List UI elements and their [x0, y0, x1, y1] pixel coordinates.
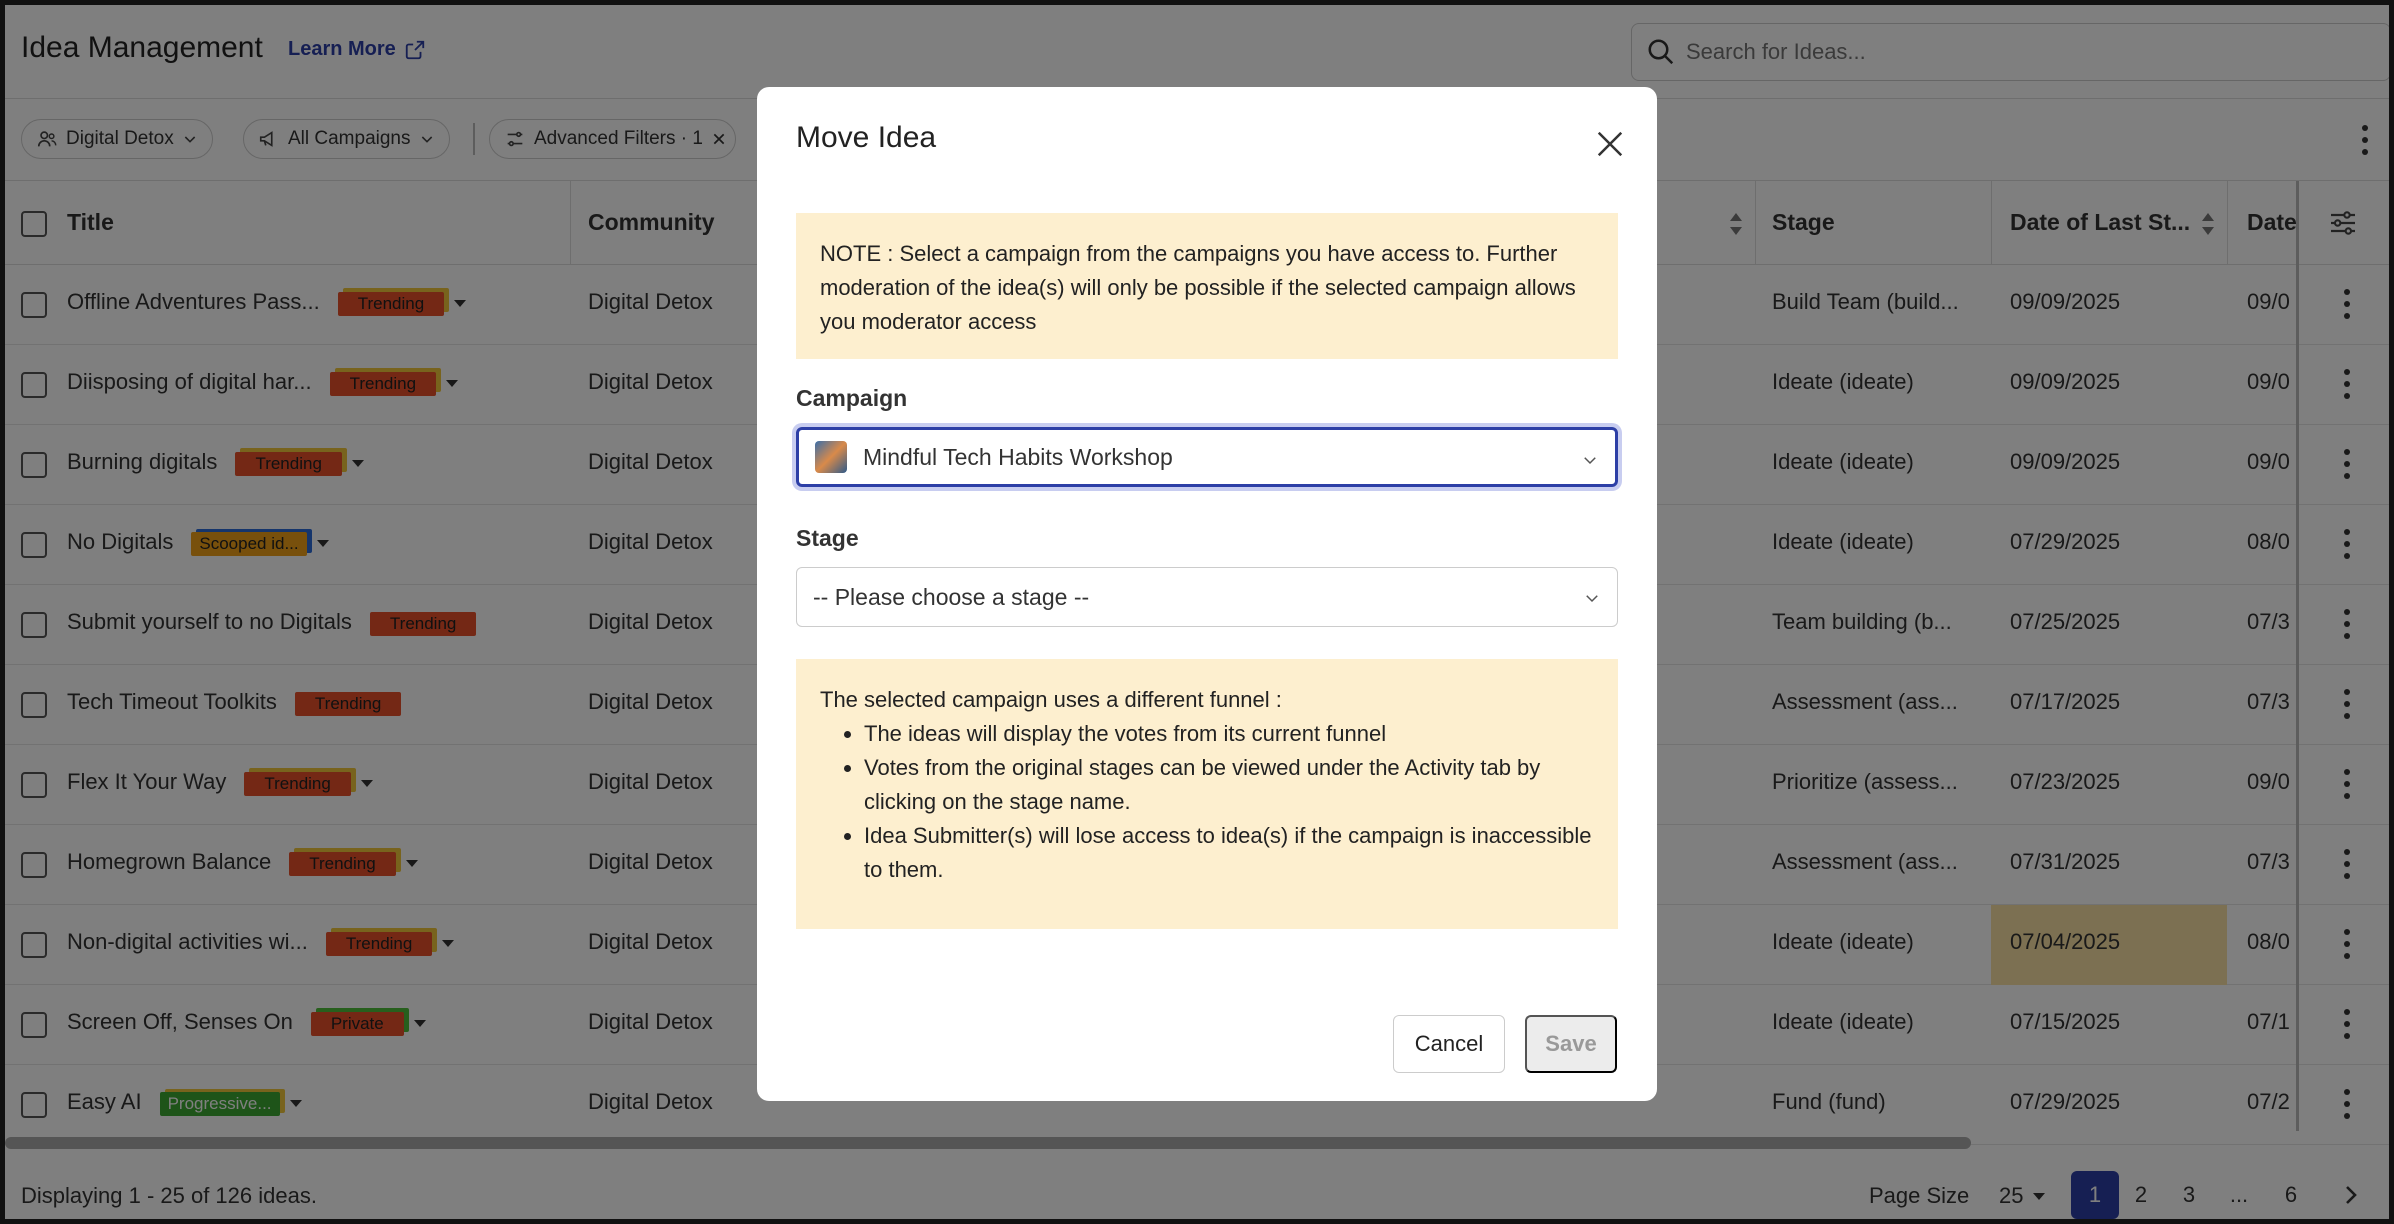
campaign-label: Campaign: [796, 385, 908, 411]
chevron-down-icon: [1584, 457, 1596, 465]
stage-label: Stage: [796, 525, 859, 551]
list-item: Idea Submitter(s) will lose access to id…: [864, 819, 1594, 887]
save-button[interactable]: Save: [1525, 1015, 1617, 1073]
modal-title: Move Idea: [796, 121, 937, 154]
funnel-warning-intro: The selected campaign uses a different f…: [820, 687, 1282, 712]
close-icon[interactable]: [1595, 129, 1625, 159]
move-idea-modal: Move Idea NOTE : Select a campaign from …: [757, 87, 1657, 1101]
stage-select-placeholder: -- Please choose a stage --: [813, 583, 1090, 610]
campaign-thumbnail: [815, 441, 847, 473]
stage-select[interactable]: -- Please choose a stage --: [796, 567, 1618, 627]
list-item: Votes from the original stages can be vi…: [864, 751, 1594, 819]
campaign-select[interactable]: Mindful Tech Habits Workshop: [796, 427, 1618, 487]
campaign-select-value: Mindful Tech Habits Workshop: [863, 443, 1173, 470]
campaign-access-note: NOTE : Select a campaign from the campai…: [796, 213, 1618, 359]
list-item: The ideas will display the votes from it…: [864, 717, 1594, 751]
funnel-warning: The selected campaign uses a different f…: [796, 659, 1618, 929]
app-window: Idea Management Learn More Digital Detox…: [0, 0, 2394, 1224]
funnel-warning-list: The ideas will display the votes from it…: [864, 717, 1594, 887]
cancel-button[interactable]: Cancel: [1393, 1015, 1505, 1073]
chevron-down-icon: [1586, 595, 1598, 603]
